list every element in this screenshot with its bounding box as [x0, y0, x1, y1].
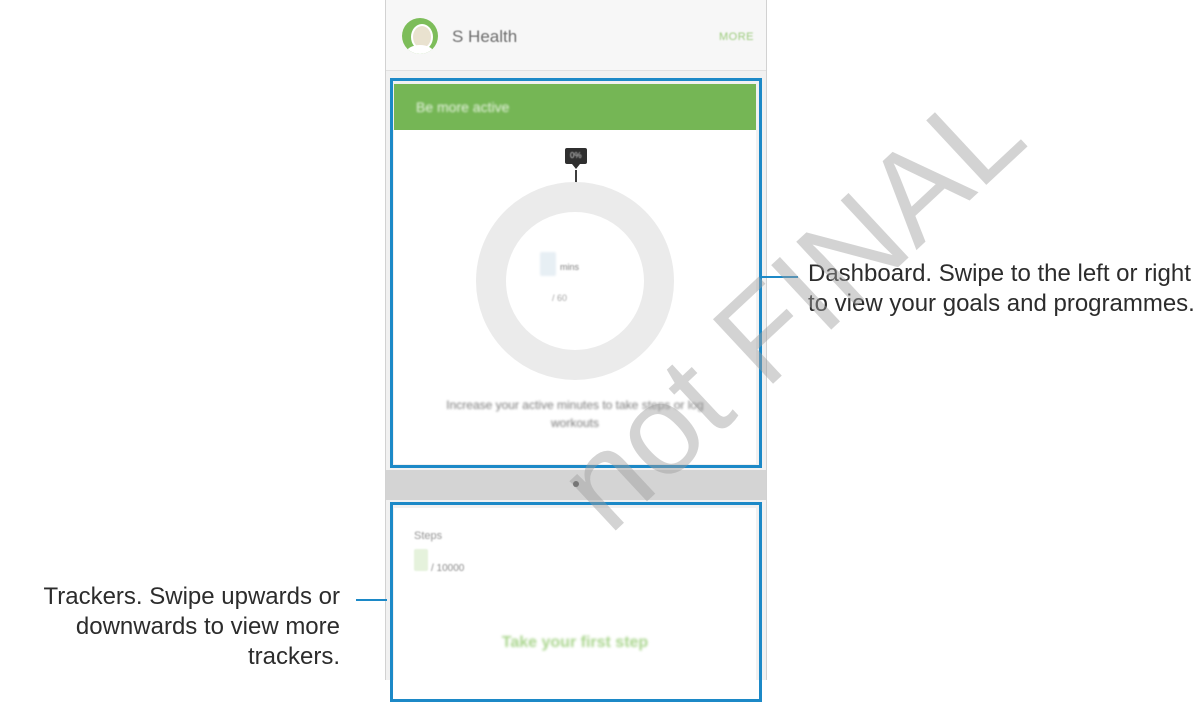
dashboard-leader-line — [762, 276, 798, 278]
app-header: S Health MORE — [386, 0, 766, 71]
more-button[interactable]: MORE — [719, 31, 754, 43]
dashboard-callout-text: Dashboard. Swipe to the left or right to… — [808, 260, 1195, 317]
page-indicator — [386, 470, 766, 500]
trackers-highlight-box — [390, 502, 762, 702]
app-title: S Health — [452, 27, 518, 46]
dashboard-highlight-box — [390, 78, 762, 468]
trackers-leader-line — [356, 599, 387, 601]
trackers-callout-text: Trackers. Swipe upwards or downwards to … — [43, 583, 340, 670]
profile-avatar-icon[interactable] — [402, 18, 438, 54]
avatar-shoulders — [406, 45, 434, 54]
page-indicator-dot[interactable] — [573, 481, 579, 487]
